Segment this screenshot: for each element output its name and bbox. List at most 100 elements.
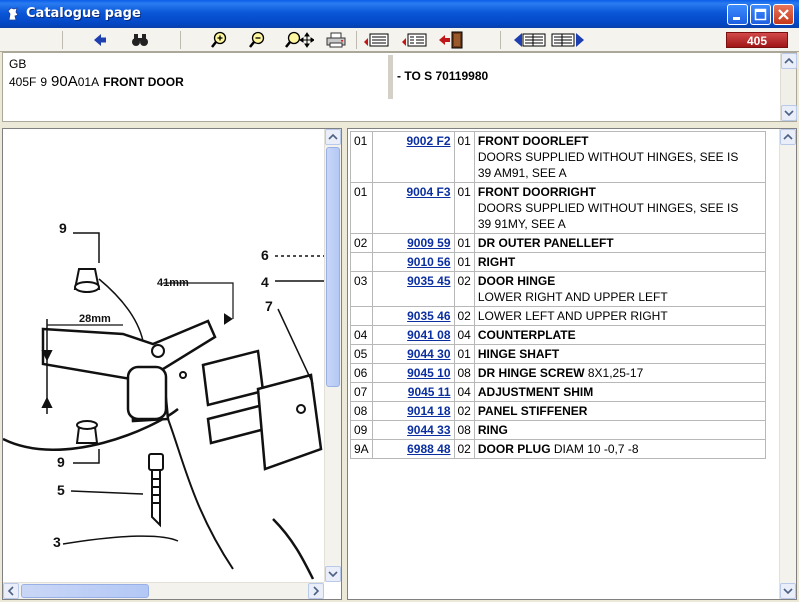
table-row[interactable]: 01 9002 F2 01 FRONT DOORLEFT DOORS SUPPLIED … <box>350 131 767 183</box>
table-row[interactable]: 09 9044 33 08 RING <box>350 420 767 440</box>
page-header-panel: GB 405F 9 90A01A FRONT DOOR - TO S 70119… <box>2 52 797 122</box>
table-row[interactable]: 03 9035 45 02 DOOR HINGE LOWER RIGHT AND UPP… <box>350 271 767 307</box>
minimize-icon <box>733 17 740 20</box>
catalogue-window: Catalogue page 405 GB 405F 9 90A01A FRON… <box>0 0 799 602</box>
table-row[interactable]: 05 9044 30 01 HINGE SHAFT <box>350 344 767 364</box>
index-button[interactable] <box>400 31 428 49</box>
scroll-left-button[interactable] <box>3 583 19 599</box>
title-bar[interactable]: Catalogue page <box>0 0 799 28</box>
item-ref-cell: 02 <box>350 233 373 253</box>
part-number-link[interactable]: 9002 F2 <box>406 134 450 148</box>
quantity-cell: 04 <box>453 325 475 345</box>
zoom-out-button[interactable] <box>246 31 268 49</box>
diagram-horizontal-scrollbar[interactable] <box>3 582 324 599</box>
table-row[interactable]: 9035 46 02 LOWER LEFT AND UPPER RIGHT <box>350 306 767 326</box>
description-cell: HINGE SHAFT <box>473 344 767 364</box>
table-row[interactable]: 06 9045 10 08 DR HINGE SCREW 8X1,25-17 <box>350 363 767 383</box>
description-line: RIGHT <box>478 254 762 270</box>
part-number-link[interactable]: 6988 48 <box>407 442 450 456</box>
group-line: 405F 9 90A01A FRONT DOOR <box>9 73 184 90</box>
description-text: PANEL STIFFENER <box>477 404 588 418</box>
scroll-up-button[interactable] <box>780 129 796 145</box>
exploded-diagram-panel[interactable]: 9 28mm 41mm 6 4 7 9 5 3 <box>2 128 342 600</box>
description-cell: FRONT DOORRIGHT DOORS SUPPLIED WITHOUT HI… <box>473 182 767 234</box>
part-number-link[interactable]: 9004 F3 <box>406 185 450 199</box>
parts-list-panel[interactable]: 01 9002 F2 01 FRONT DOORLEFT DOORS SUPPLIED … <box>347 128 797 600</box>
previous-page-button[interactable] <box>512 31 548 49</box>
scroll-up-button[interactable] <box>325 129 341 145</box>
description-line: FRONT DOORRIGHT <box>478 184 762 200</box>
chevron-down-icon <box>328 571 338 578</box>
toolbar: 405 <box>0 28 799 52</box>
door-hinge-diagram[interactable]: 9 28mm 41mm 6 4 7 9 5 3 <box>3 129 325 583</box>
part-number-cell: 9035 45 <box>371 271 455 307</box>
item-ref-cell: 05 <box>350 344 373 364</box>
scroll-down-button[interactable] <box>780 583 796 599</box>
item-ref-cell: 03 <box>350 271 373 307</box>
description-line: COUNTERPLATE <box>478 327 762 343</box>
dimension-41mm: 41mm <box>157 277 189 289</box>
toolbar-separator <box>180 31 181 49</box>
callout-9-top: 9 <box>59 220 67 236</box>
table-row[interactable]: 01 9004 F3 01 FRONT DOORRIGHT DOORS SUPPLIED… <box>350 182 767 234</box>
find-button[interactable] <box>130 31 150 49</box>
print-button[interactable] <box>325 31 347 49</box>
part-number-link[interactable]: 9009 59 <box>407 236 450 250</box>
description-text: DR HINGE SCREW <box>477 366 585 380</box>
part-number-link[interactable]: 9045 10 <box>407 366 450 380</box>
part-number-link[interactable]: 9041 08 <box>407 328 450 342</box>
close-button[interactable] <box>773 4 794 25</box>
index-list-icon <box>402 33 427 47</box>
minimize-button[interactable] <box>727 4 748 25</box>
section-number: 9 <box>40 75 48 89</box>
item-ref-cell: 07 <box>350 382 373 402</box>
description-text: RIGHT <box>477 255 516 269</box>
part-number-cell: 9004 F3 <box>371 182 455 234</box>
toolbar-separator <box>500 31 501 49</box>
part-number-cell: 9002 F2 <box>371 131 455 183</box>
header-scrollbar[interactable] <box>780 53 797 121</box>
part-number-link[interactable]: 9044 33 <box>407 423 450 437</box>
parts-list-button[interactable] <box>362 31 390 49</box>
scroll-right-button[interactable] <box>308 583 324 599</box>
description-note: 39 AM91, SEE A <box>477 166 567 180</box>
part-number-link[interactable]: 9035 46 <box>407 309 450 323</box>
maximize-button[interactable] <box>750 4 771 25</box>
diagram-vertical-scrollbar[interactable] <box>324 129 341 582</box>
scroll-down-button[interactable] <box>325 566 341 582</box>
parts-vertical-scrollbar[interactable] <box>779 129 796 599</box>
table-row[interactable]: 02 9009 59 01 DR OUTER PANELLEFT <box>350 233 767 253</box>
part-number-link[interactable]: 9045 11 <box>408 385 451 399</box>
part-number-link[interactable]: 9010 56 <box>407 255 450 269</box>
table-row[interactable]: 9A 6988 48 02 DOOR PLUG DIAM 10 -0,7 -8 <box>350 439 767 459</box>
quantity-cell: 02 <box>453 306 475 326</box>
chevron-right-icon <box>313 586 320 596</box>
vertical-scroll-thumb[interactable] <box>326 147 340 387</box>
description-text: DOOR PLUG <box>477 442 551 456</box>
quantity-cell: 08 <box>453 420 475 440</box>
table-row[interactable]: 9010 56 01 RIGHT <box>350 252 767 272</box>
zoom-in-icon <box>211 31 227 48</box>
model-badge[interactable]: 405 <box>726 32 788 48</box>
part-number-link[interactable]: 9014 18 <box>407 404 450 418</box>
quantity-cell: 02 <box>453 271 475 307</box>
table-row[interactable]: 07 9045 11 04 ADJUSTMENT SHIM <box>350 382 767 402</box>
table-row[interactable]: 04 9041 08 04 COUNTERPLATE <box>350 325 767 345</box>
part-number-link[interactable]: 9035 45 <box>407 274 450 288</box>
scroll-up-button[interactable] <box>781 53 797 69</box>
horizontal-scroll-thumb[interactable] <box>21 584 149 598</box>
table-row[interactable]: 08 9014 18 02 PANEL STIFFENER <box>350 401 767 421</box>
next-page-button[interactable] <box>550 31 586 49</box>
scroll-down-button[interactable] <box>781 105 797 121</box>
zoom-pan-button[interactable] <box>283 31 315 49</box>
description-line: DR HINGE SCREW 8X1,25-17 <box>478 365 762 381</box>
applicability-text: - TO S 70119980 <box>397 69 489 83</box>
back-button[interactable] <box>90 31 110 49</box>
part-number-link[interactable]: 9044 30 <box>407 347 450 361</box>
exit-button[interactable] <box>437 31 465 49</box>
zoom-in-button[interactable] <box>208 31 230 49</box>
close-icon <box>778 9 789 20</box>
part-number-cell: 9014 18 <box>371 401 455 421</box>
description-text: DR OUTER PANELLEFT <box>477 236 614 250</box>
description-detail: LOWER LEFT AND UPPER RIGHT <box>477 309 668 323</box>
